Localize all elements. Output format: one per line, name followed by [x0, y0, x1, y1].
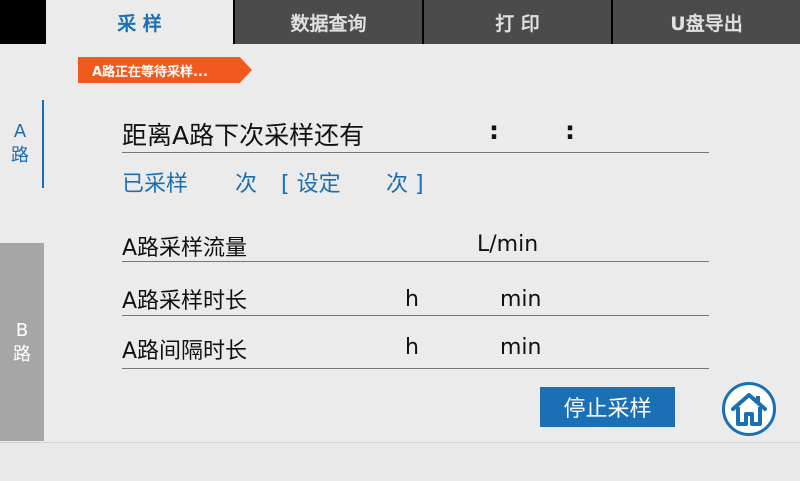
side-tab-b[interactable]: B 路: [0, 243, 44, 441]
set-times-unit: 次 ]: [386, 172, 424, 197]
flow-unit: L/min: [477, 232, 539, 257]
side-tab-b-char: 路: [13, 344, 31, 365]
home-icon: [731, 393, 767, 426]
divider: [122, 152, 709, 153]
side-tab-a[interactable]: A 路: [0, 100, 44, 188]
interval-label: A路间隔时长: [122, 339, 248, 364]
status-banner: A路正在等待采样...: [78, 57, 252, 83]
interval-unit-minute: min: [500, 335, 542, 360]
tab-usb-export[interactable]: U盘导出: [611, 0, 800, 44]
side-tab-a-letter: A: [13, 121, 27, 142]
set-count-label: [ 设定: [281, 172, 341, 197]
home-button[interactable]: [722, 382, 776, 436]
divider: [122, 315, 709, 316]
countdown-label: 距离A路下次采样还有: [122, 121, 365, 150]
side-tab-a-char: 路: [11, 145, 29, 166]
interval-unit-hour: h: [405, 335, 419, 360]
duration-unit-hour: h: [405, 287, 419, 312]
divider: [122, 261, 709, 262]
countdown-colon-2: :: [565, 116, 575, 145]
corner-block: [0, 0, 46, 44]
tab-print[interactable]: 打 印: [422, 0, 611, 44]
tab-data-query[interactable]: 数据查询: [233, 0, 422, 44]
countdown-colon-1: :: [489, 116, 499, 145]
stop-sampling-button[interactable]: 停止采样: [540, 387, 675, 427]
active-indicator: [42, 100, 44, 188]
sampled-times-unit: 次: [235, 172, 258, 197]
side-tab-b-letter: B: [15, 320, 29, 341]
flow-label: A路采样流量: [122, 236, 248, 261]
tab-bar: 采 样 数据查询 打 印 U盘导出: [46, 0, 800, 44]
duration-label: A路采样时长: [122, 289, 248, 314]
duration-unit-minute: min: [500, 287, 542, 312]
tab-sampling[interactable]: 采 样: [46, 0, 233, 44]
divider: [122, 368, 709, 369]
bottom-strip: [0, 442, 800, 481]
sampled-label: 已采样: [122, 172, 189, 197]
